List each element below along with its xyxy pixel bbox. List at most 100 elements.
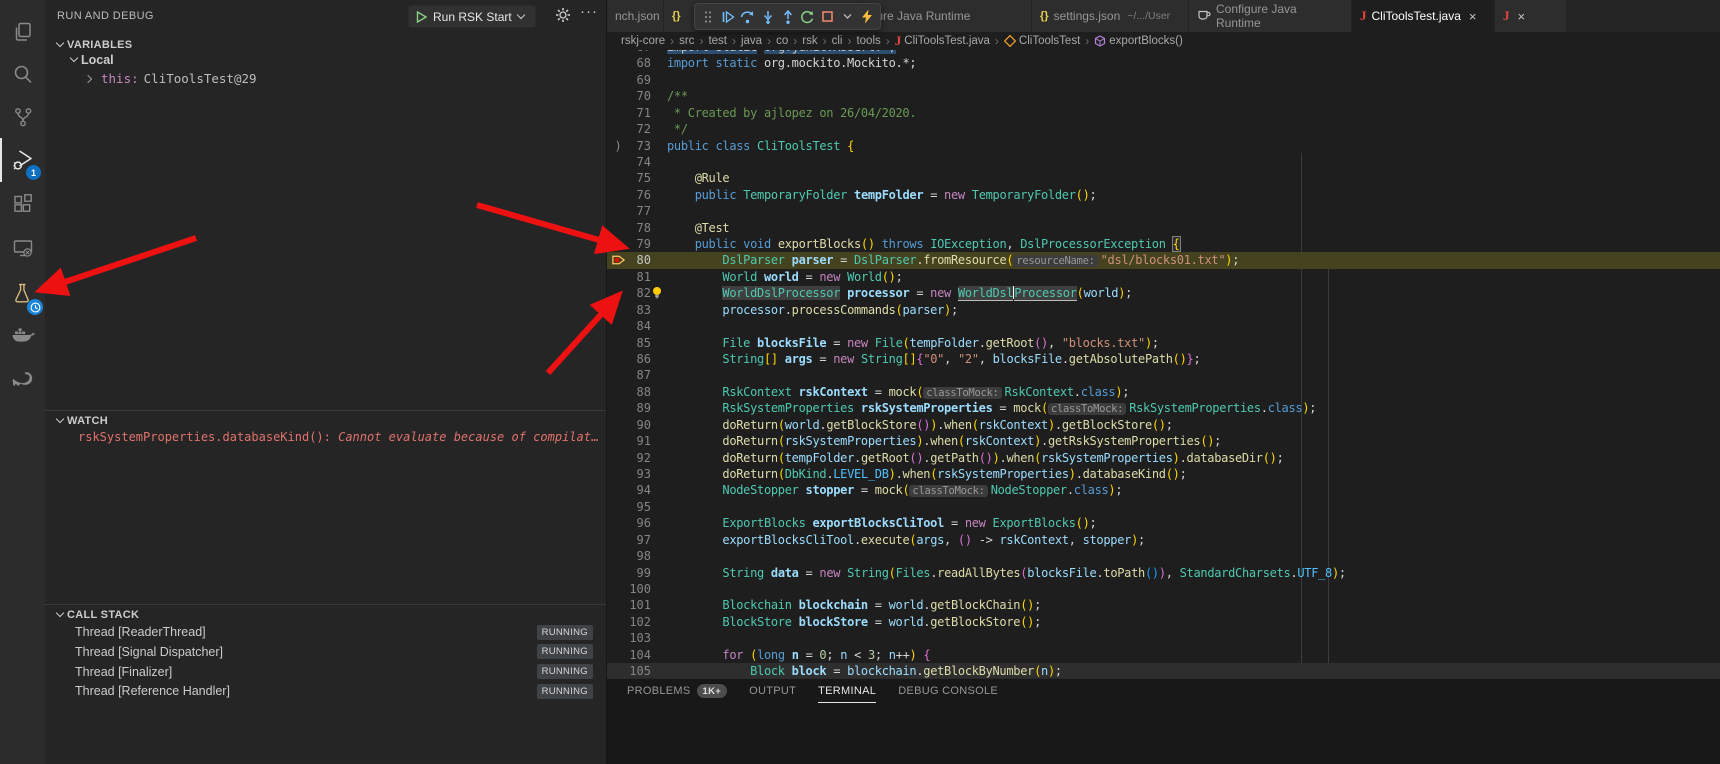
code-line-79[interactable]: )79 public void exportBlocks() throws IO… (607, 236, 1720, 252)
line-number[interactable]: 94 (607, 482, 651, 498)
line-number[interactable]: 72 (607, 121, 651, 137)
panel-tab-debug-console[interactable]: DEBUG CONSOLE (898, 679, 998, 703)
code-line-81[interactable]: 81 World world = new World(); (607, 269, 1720, 285)
code-line-78[interactable]: 78 @Test (607, 220, 1720, 236)
restart-button[interactable] (798, 6, 816, 28)
panel-tab-terminal[interactable]: TERMINAL (818, 679, 876, 703)
code-line-82[interactable]: 82 WorldDslProcessor processor = new Wor… (607, 285, 1720, 301)
breadcrumb-folder[interactable]: rskj-core (621, 35, 665, 47)
code-line-87[interactable]: 87 (607, 367, 1720, 383)
code-line-68[interactable]: 68import static org.mockito.Mockito.*; (607, 55, 1720, 71)
code-line-72[interactable]: 72 */ (607, 121, 1720, 137)
line-number[interactable]: 82 (607, 285, 651, 301)
code-line-96[interactable]: 96 ExportBlocks exportBlocksCliTool = ne… (607, 515, 1720, 531)
line-number[interactable]: 68 (607, 55, 651, 71)
call-stack-thread[interactable]: Thread [ReaderThread]RUNNING (45, 622, 606, 642)
continue-button[interactable] (719, 6, 737, 28)
line-number[interactable]: 74 (607, 154, 651, 170)
code-line-103[interactable]: 103 (607, 630, 1720, 646)
breadcrumb-folder[interactable]: src (679, 35, 694, 47)
line-number[interactable]: 75 (607, 170, 651, 186)
editor-tab-igure Java Runtime[interactable]: igure Java Runtime (859, 0, 1032, 32)
breadcrumb-folder[interactable]: java (741, 35, 762, 47)
line-number[interactable]: 71 (607, 105, 651, 121)
line-number[interactable]: 97 (607, 532, 651, 548)
breadcrumb-file[interactable]: JCliToolsTest.java (895, 33, 990, 49)
code-line-104[interactable]: 104 for (long n = 0; n < 3; n++) { (607, 647, 1720, 663)
activity-item-remote-explorer[interactable] (0, 226, 45, 270)
line-number[interactable]: 78 (607, 220, 651, 236)
close-icon[interactable]: × (1518, 9, 1526, 24)
line-number[interactable]: 87 (607, 367, 651, 383)
code-line-91[interactable]: 91 doReturn(rskSystemProperties).when(rs… (607, 433, 1720, 449)
code-line-88[interactable]: 88 RskContext rskContext = mock(classToM… (607, 384, 1720, 400)
line-number[interactable]: 93 (607, 466, 651, 482)
line-number[interactable]: 69 (607, 72, 651, 88)
code-line-73[interactable]: )73public class CliToolsTest { (607, 138, 1720, 154)
activity-item-gradle[interactable] (0, 357, 45, 401)
breadcrumb-class-symbol[interactable]: CliToolsTest (1004, 35, 1080, 47)
line-number[interactable]: 70 (607, 88, 651, 104)
call-stack-thread[interactable]: Thread [Signal Dispatcher]RUNNING (45, 642, 606, 662)
code-line-86[interactable]: 86 String[] args = new String[]{"0", "2"… (607, 351, 1720, 367)
line-number[interactable]: 76 (607, 187, 651, 203)
gear-icon[interactable] (555, 7, 571, 28)
editor-tab-cut[interactable]: J× (1495, 0, 1567, 32)
code-line-80[interactable]: 80 DslParser parser = DslParser.fromReso… (607, 252, 1720, 268)
line-number[interactable]: 81 (607, 269, 651, 285)
code-line-74[interactable]: 74 (607, 154, 1720, 170)
editor-tab-nch.json[interactable]: nch.json (607, 0, 664, 32)
code-line-77[interactable]: 77 (607, 203, 1720, 219)
call-stack-thread[interactable]: Thread [Reference Handler]RUNNING (45, 681, 606, 701)
code-line-89[interactable]: 89 RskSystemProperties rskSystemProperti… (607, 400, 1720, 416)
variables-section-header[interactable]: VARIABLES (45, 36, 606, 54)
drag-handle-button[interactable] (699, 6, 717, 28)
breadcrumb-folder[interactable]: cli (832, 35, 843, 47)
code-line-69[interactable]: 69 (607, 72, 1720, 88)
panel-tab-problems[interactable]: PROBLEMS1K+ (627, 679, 727, 703)
code-line-70[interactable]: 70/** (607, 88, 1720, 104)
line-number[interactable]: 77 (607, 203, 651, 219)
call-stack-thread[interactable]: Thread [Finalizer]RUNNING (45, 662, 606, 682)
code-line-98[interactable]: 98 (607, 548, 1720, 564)
line-number[interactable]: 105 (607, 663, 651, 678)
step-over-button[interactable] (739, 6, 757, 28)
line-number[interactable]: 84 (607, 318, 651, 334)
code-line-94[interactable]: 94 NodeStopper stopper = mock(classToMoc… (607, 482, 1720, 498)
editor-tab-CliToolsTest.java[interactable]: JCliToolsTest.java× (1352, 0, 1495, 32)
editor-tab-settings.json[interactable]: {}settings.json~/.../User (1032, 0, 1189, 32)
code-line-99[interactable]: 99 String data = new String(Files.readAl… (607, 565, 1720, 581)
code-line-84[interactable]: 84 (607, 318, 1720, 334)
activity-item-source-control[interactable] (0, 95, 45, 139)
breadcrumb-folder[interactable]: rsk (802, 35, 817, 47)
line-number[interactable]: 104 (607, 647, 651, 663)
line-number[interactable]: 89 (607, 400, 651, 416)
code-line-71[interactable]: 71 * Created by ajlopez on 26/04/2020. (607, 105, 1720, 121)
breadcrumb-folder[interactable]: co (776, 35, 788, 47)
activity-item-extensions[interactable] (0, 182, 45, 226)
more-actions-icon[interactable]: ··· (580, 3, 598, 20)
line-number[interactable]: 85 (607, 335, 651, 351)
breadcrumb-folder[interactable]: test (708, 35, 727, 47)
activity-item-testing[interactable] (0, 271, 45, 315)
line-number[interactable]: 95 (607, 499, 651, 515)
line-number[interactable]: 103 (607, 630, 651, 646)
code-line-105[interactable]: 105 Block block = blockchain.getBlockByN… (607, 663, 1720, 678)
code-line-100[interactable]: 100 (607, 581, 1720, 597)
run-config-dropdown[interactable]: Run RSK Start (408, 5, 536, 28)
code-line-97[interactable]: 97 exportBlocksCliTool.execute(args, () … (607, 532, 1720, 548)
step-out-button[interactable] (779, 6, 797, 28)
hot-code-replace-button[interactable] (858, 6, 876, 28)
code-line-90[interactable]: 90 doReturn(world.getBlockStore()).when(… (607, 417, 1720, 433)
code-line-93[interactable]: 93 doReturn(DbKind.LEVEL_DB).when(rskSys… (607, 466, 1720, 482)
watch-section-header[interactable]: WATCH (45, 412, 606, 430)
variable-this-row[interactable]: this: CliToolsTest@29 (85, 71, 257, 86)
line-number[interactable]: 98 (607, 548, 651, 564)
line-number[interactable]: 91 (607, 433, 651, 449)
breadcrumb-folder[interactable]: tools (856, 35, 880, 47)
variables-scope-local[interactable]: Local (71, 53, 114, 67)
panel-tab-output[interactable]: OUTPUT (749, 679, 796, 703)
line-number[interactable]: 100 (607, 581, 651, 597)
code-line-83[interactable]: 83 processor.processCommands(parser); (607, 302, 1720, 318)
activity-item-search[interactable] (0, 52, 45, 96)
